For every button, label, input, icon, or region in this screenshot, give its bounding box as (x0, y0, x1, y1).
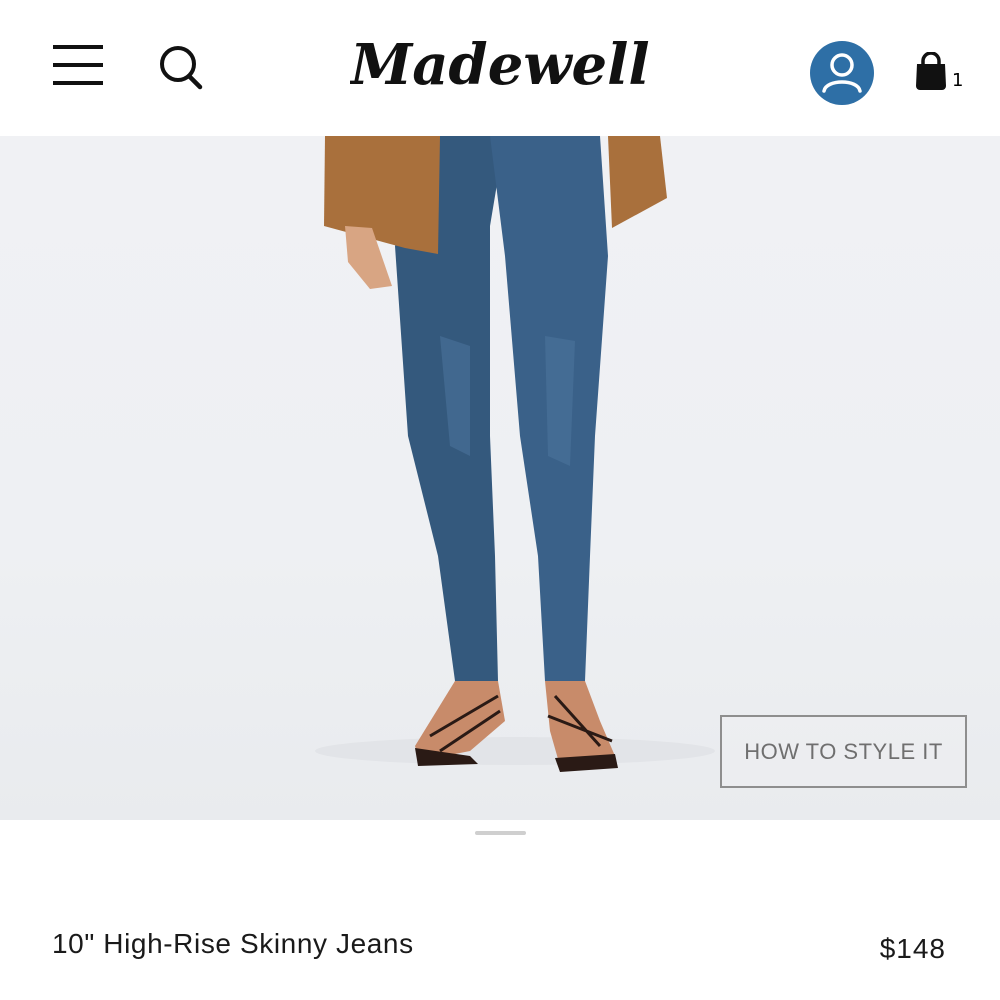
brand-logo[interactable]: Madewell (348, 24, 650, 110)
shopping-bag-icon (916, 52, 946, 90)
search-icon (160, 46, 203, 90)
product-image[interactable]: HOW TO STYLE IT (0, 136, 1000, 820)
product-title: 10" High-Rise Skinny Jeans (52, 928, 414, 959)
site-header: Madewell 1 (0, 0, 1000, 136)
user-icon (810, 41, 874, 105)
product-price: $148 (879, 933, 946, 964)
brand-logo-text: Madewell (350, 32, 650, 98)
cart-button[interactable]: 1 (912, 50, 966, 96)
product-page: Madewell 1 HOW TO STYLE IT 10" High-Rise… (0, 0, 1000, 1000)
search-button[interactable] (154, 42, 206, 92)
how-to-style-it-label: HOW TO STYLE IT (744, 738, 943, 764)
how-to-style-it-button[interactable]: HOW TO STYLE IT (720, 715, 967, 788)
cart-count-badge: 1 (952, 70, 964, 91)
menu-button[interactable] (50, 40, 106, 90)
account-button[interactable] (810, 41, 874, 105)
carousel-indicator[interactable] (475, 831, 526, 835)
hamburger-menu-icon (53, 45, 103, 85)
